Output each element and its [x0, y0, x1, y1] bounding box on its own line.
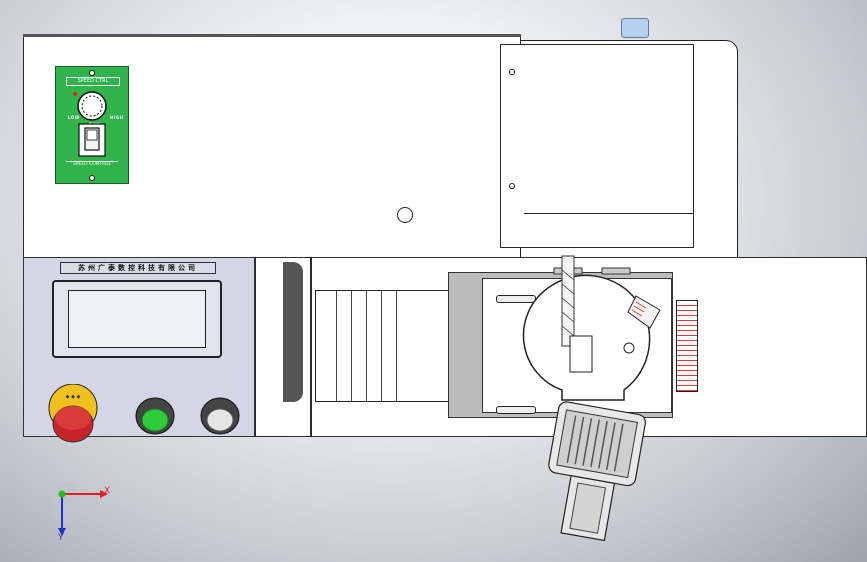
motor-box-inner — [524, 44, 694, 214]
divider-rail — [283, 262, 303, 402]
drill-bit — [561, 255, 575, 347]
feed-slide — [315, 290, 467, 402]
stop-button[interactable] — [200, 397, 240, 435]
company-name-plate: 苏州广泰数控科技有限公司 — [60, 262, 216, 274]
axis-y-label: Y — [58, 533, 64, 543]
speed-controller-graphics — [73, 70, 107, 181]
svg-text:◆ ◆ ◆: ◆ ◆ ◆ — [66, 394, 81, 400]
top-edge-strip — [23, 34, 521, 37]
lcd-display — [52, 280, 222, 358]
buttons-area: ◆ ◆ ◆ — [48, 384, 240, 443]
spindle-motor — [548, 401, 646, 542]
power-led-icon — [73, 92, 77, 96]
axis-x-label: X — [104, 486, 111, 496]
start-button[interactable] — [135, 397, 175, 435]
emergency-stop-button[interactable]: ◆ ◆ ◆ — [48, 384, 98, 443]
speed-knob[interactable] — [77, 91, 107, 121]
drill-head — [522, 255, 661, 542]
axis-triad — [52, 482, 108, 536]
motor-cap — [621, 18, 649, 38]
housing-hole — [397, 207, 413, 223]
run-switch[interactable] — [78, 123, 106, 157]
